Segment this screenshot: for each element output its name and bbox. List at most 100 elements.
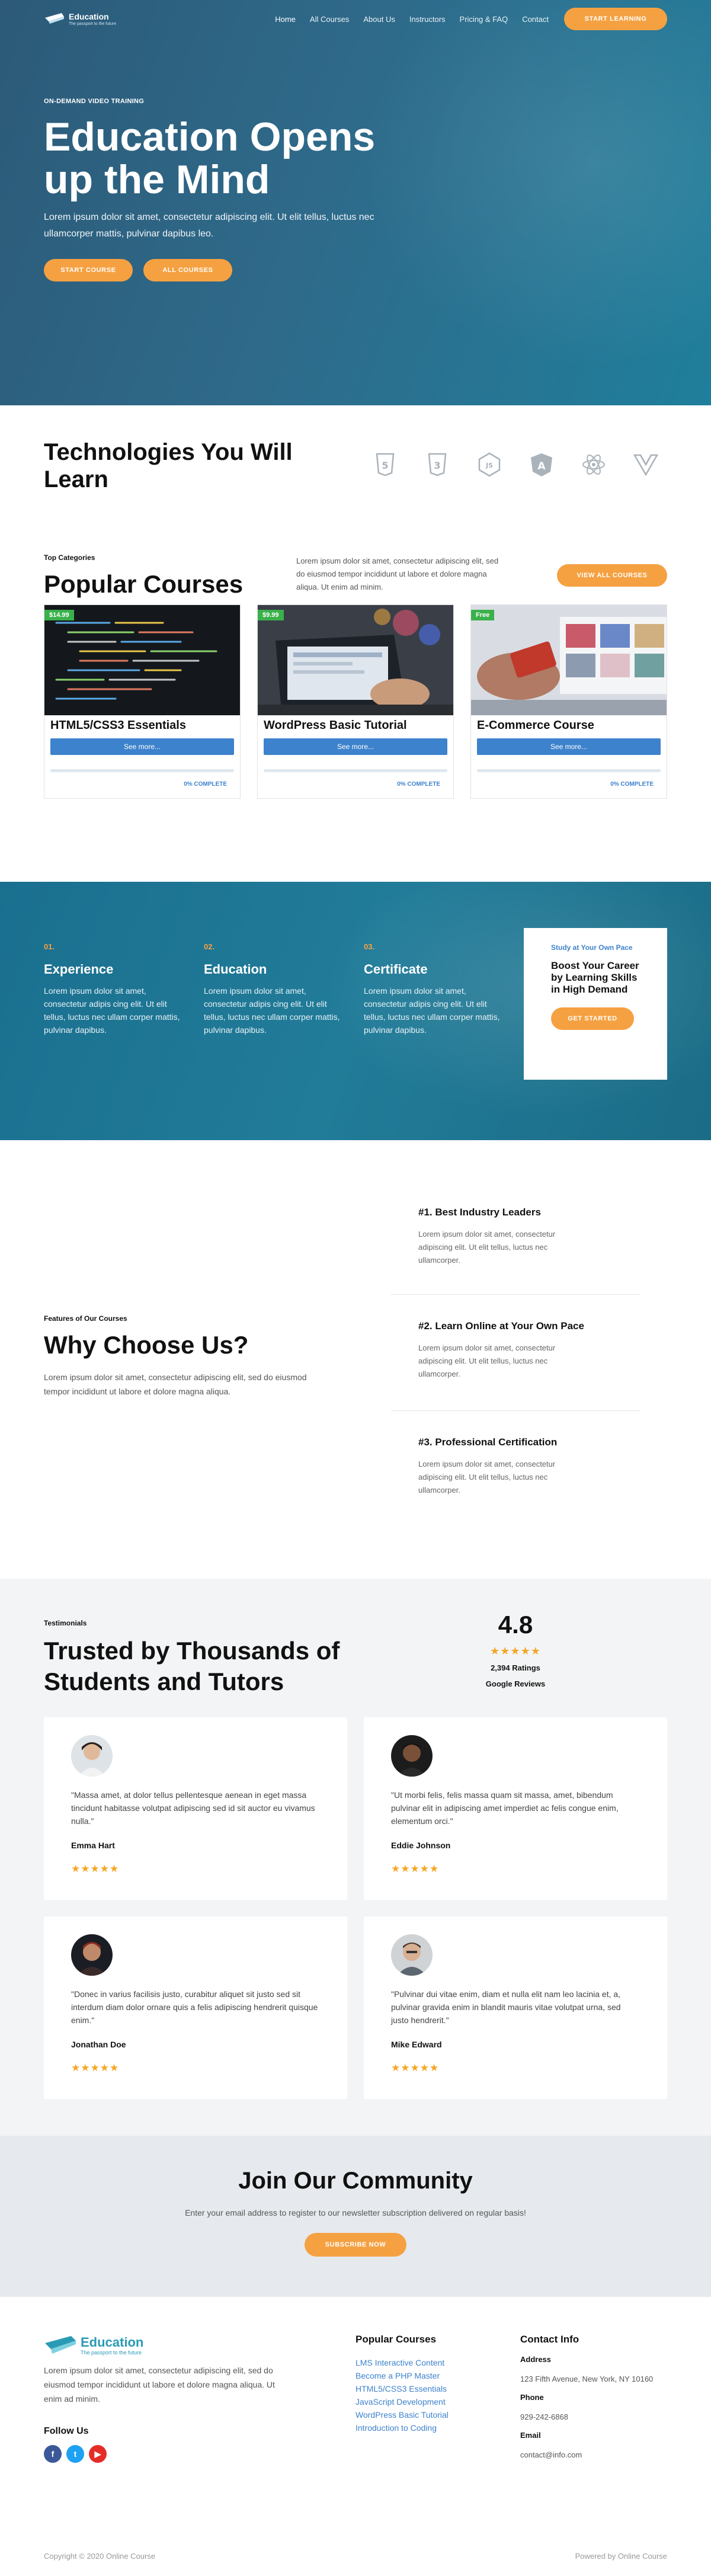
logo-tagline: The passport to the future	[69, 21, 117, 26]
course-thumbnail: Free	[471, 605, 667, 715]
study-pace-card: Study at Your Own Pace Boost Your Career…	[524, 928, 667, 1080]
hero-title: Education Opens up the Mind	[44, 114, 376, 202]
twitter-icon[interactable]: t	[66, 2445, 84, 2463]
footer-logo[interactable]: Education The passport to the future	[44, 2334, 143, 2357]
nodejs-icon: JS	[475, 450, 504, 479]
copyright-text: Copyright © 2020 Online Course	[44, 2552, 156, 2561]
price-badge: Free	[471, 610, 495, 620]
course-card[interactable]: $9.99 WordPress Basic Tutorial See more.…	[257, 604, 454, 799]
community-title: Join Our Community	[238, 2168, 473, 2194]
see-more-button[interactable]: See more...	[50, 738, 234, 755]
testimonials-title: Trusted by Thousands of Students and Tut…	[44, 1637, 340, 1695]
footer-contact-heading: Contact Info	[520, 2334, 579, 2345]
course-title[interactable]: HTML5/CSS3 Essentials	[50, 719, 234, 732]
community-section: Join Our Community Enter your email addr…	[0, 2136, 711, 2297]
courses-intro: Lorem ipsum dolor sit amet, consectetur …	[296, 556, 499, 591]
testimonial-name: Emma Hart	[71, 1841, 115, 1850]
technologies-section: Technologies You Will Learn 5 3 JS A	[0, 405, 711, 548]
footer-course-link[interactable]: Become a PHP Master	[356, 2369, 449, 2382]
footer-course-link[interactable]: WordPress Basic Tutorial	[356, 2408, 449, 2421]
footer-course-link[interactable]: Introduction to Coding	[356, 2421, 449, 2434]
feature-title: Experience	[44, 962, 114, 977]
testimonial-card: "Pulvinar dui vitae enim, diam et nulla …	[364, 1916, 667, 2099]
top-nav: Education The passport to the future Hom…	[0, 0, 711, 38]
footer-course-link[interactable]: HTML5/CSS3 Essentials	[356, 2382, 449, 2395]
site-logo[interactable]: Education The passport to the future	[44, 12, 116, 26]
avatar	[391, 1735, 433, 1777]
rating-source: Google Reviews	[485, 1679, 546, 1688]
feature-education: 02. Education Lorem ipsum dolor sit amet…	[204, 942, 346, 1036]
html5-icon: 5	[371, 450, 399, 479]
star-rating-icon: ★★★★★	[391, 2062, 440, 2073]
view-all-courses-button[interactable]: VIEW ALL COURSES	[557, 564, 667, 587]
course-card[interactable]: $14.99 HTML5/CSS3 Essentials See more...…	[44, 604, 241, 799]
facebook-icon[interactable]: f	[44, 2445, 62, 2463]
vue-icon	[632, 450, 660, 479]
email-value[interactable]: contact@info.com	[520, 2450, 653, 2459]
rating-count: 2,394 Ratings	[491, 1663, 540, 1672]
start-course-button[interactable]: START COURSE	[44, 259, 133, 281]
community-text: Enter your email address to register to …	[185, 2208, 526, 2217]
hero-kicker: ON-DEMAND VIDEO TRAINING	[44, 98, 145, 105]
footer-popular-courses: Popular Courses LMS Interactive Content …	[356, 2334, 449, 2434]
feature-certificate: 03. Certificate Lorem ipsum dolor sit am…	[364, 942, 506, 1036]
hero-content: ON-DEMAND VIDEO TRAINING Education Opens…	[44, 98, 423, 281]
footer-courses-heading: Popular Courses	[356, 2334, 437, 2345]
svg-text:5: 5	[382, 460, 388, 471]
why-intro: Lorem ipsum dolor sit amet, consectetur …	[44, 1372, 307, 1396]
start-learning-button[interactable]: START LEARNING	[564, 8, 667, 30]
footer-course-link[interactable]: JavaScript Development	[356, 2395, 449, 2408]
avatar	[71, 1735, 113, 1777]
course-title[interactable]: WordPress Basic Tutorial	[264, 719, 447, 732]
testimonial-card: "Donec in varius facilisis justo, curabi…	[44, 1916, 347, 2099]
testimonial-name: Jonathan Doe	[71, 2040, 126, 2049]
feature-number: 03.	[364, 942, 375, 951]
features-band: 01. Experience Lorem ipsum dolor sit ame…	[0, 882, 711, 1140]
rating-stars-icon: ★★★★★	[490, 1645, 541, 1657]
address-value: 123 Fifth Avenue, New York, NY 10160	[520, 2375, 654, 2383]
progress-status: 0% COMPLETE	[184, 781, 227, 788]
feature-text: Lorem ipsum dolor sit amet, consectetur …	[204, 986, 340, 1035]
see-more-button[interactable]: See more...	[477, 738, 661, 755]
page: Education The passport to the future Hom…	[0, 0, 711, 2576]
testimonial-card: "Ut morbi felis, felis massa quam sit ma…	[364, 1717, 667, 1900]
testimonials-kicker: Testimonials	[44, 1619, 87, 1627]
why-item: #2. Learn Online at Your Own Pace Lorem …	[391, 1320, 640, 1381]
phone-value[interactable]: 929-242-6868	[520, 2412, 653, 2421]
react-icon	[579, 450, 608, 479]
nav-instructors[interactable]: Instructors	[409, 15, 446, 24]
progress-bar	[477, 769, 661, 772]
nav-all-courses[interactable]: All Courses	[310, 15, 349, 24]
star-rating-icon: ★★★★★	[71, 1863, 120, 1874]
graduation-cap-icon	[44, 12, 65, 26]
feature-number: 02.	[204, 942, 215, 951]
youtube-icon[interactable]: ▶	[89, 2445, 107, 2463]
subscribe-button[interactable]: SUBSCRIBE NOW	[305, 2233, 406, 2257]
angular-icon: A	[527, 450, 556, 479]
footer-logo-name: Education	[81, 2334, 144, 2350]
why-title: Why Choose Us?	[44, 1331, 249, 1359]
site-footer: Education The passport to the future Lor…	[0, 2297, 711, 2576]
testimonial-card: "Massa amet, at dolor tellus pellentesqu…	[44, 1717, 347, 1900]
avatar	[391, 1934, 433, 1976]
courses-kicker: Top Categories	[44, 553, 95, 562]
svg-text:JS: JS	[485, 462, 493, 469]
feature-title: Education	[204, 962, 267, 977]
footer-course-link[interactable]: LMS Interactive Content	[356, 2356, 449, 2369]
nav-about-us[interactable]: About Us	[363, 15, 395, 24]
why-item-text: Lorem ipsum dolor sit amet, consectetur …	[418, 1343, 556, 1378]
feature-text: Lorem ipsum dolor sit amet, consectetur …	[364, 986, 500, 1035]
svg-text:A: A	[537, 460, 546, 472]
feature-experience: 01. Experience Lorem ipsum dolor sit ame…	[44, 942, 186, 1036]
course-card[interactable]: Free E-Commerce Course See more... 0% CO…	[470, 604, 667, 799]
see-more-button[interactable]: See more...	[264, 738, 447, 755]
nav-home[interactable]: Home	[275, 15, 296, 24]
course-title[interactable]: E-Commerce Course	[477, 719, 661, 732]
nav-pricing-faq[interactable]: Pricing & FAQ	[460, 15, 508, 24]
powered-by-text: Powered by Online Course	[575, 2552, 667, 2561]
svg-text:3: 3	[434, 460, 440, 471]
nav-contact[interactable]: Contact	[522, 15, 549, 24]
rating-summary: 4.8 ★★★★★ 2,394 Ratings Google Reviews	[456, 1611, 575, 1688]
all-courses-button[interactable]: ALL COURSES	[143, 259, 232, 281]
get-started-button[interactable]: GET STARTED	[551, 1007, 634, 1030]
